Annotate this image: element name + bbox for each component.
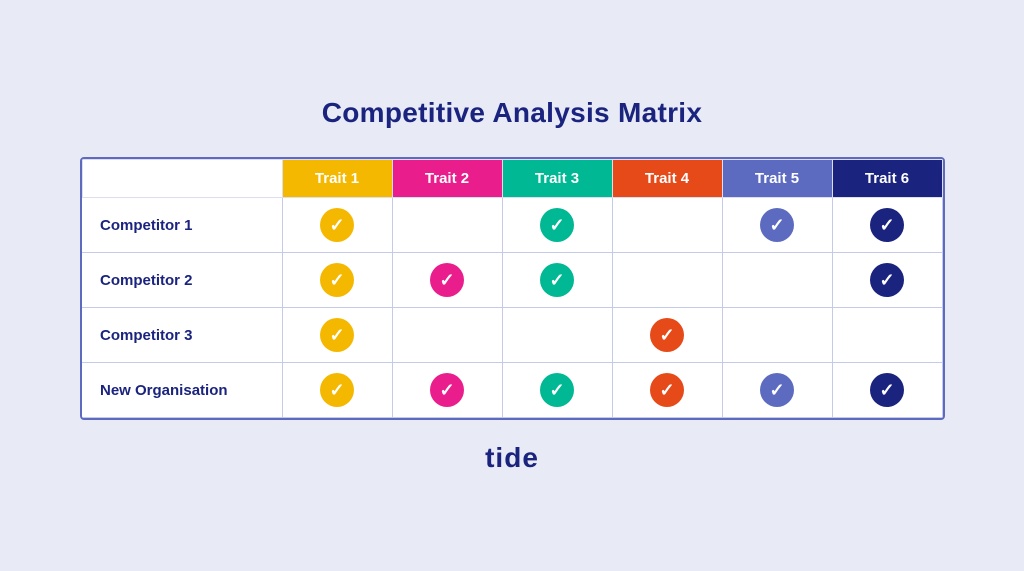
brand-footer: tide (485, 442, 539, 474)
table-row: Competitor 1 ✓ ✓ ✓ ✓ (82, 198, 942, 253)
cell-r3-c5: ✓ (832, 363, 942, 418)
cell-r2-c1 (392, 308, 502, 363)
cell-r0-c0: ✓ (282, 198, 392, 253)
header-row: Trait 1Trait 2Trait 3Trait 4Trait 5Trait… (82, 160, 942, 198)
check-icon-r1-c5: ✓ (870, 263, 904, 297)
row-label-2: Competitor 3 (82, 308, 282, 363)
header-trait-2: Trait 2 (392, 160, 502, 198)
row-label-1: Competitor 2 (82, 253, 282, 308)
page-wrapper: Competitive Analysis Matrix Trait 1Trait… (0, 77, 1024, 494)
row-label-3: New Organisation (82, 363, 282, 418)
cell-r3-c1: ✓ (392, 363, 502, 418)
check-icon-r3-c0: ✓ (320, 373, 354, 407)
cell-r1-c3 (612, 253, 722, 308)
check-icon-r3-c2: ✓ (540, 373, 574, 407)
cell-r0-c3 (612, 198, 722, 253)
check-icon-r1-c1: ✓ (430, 263, 464, 297)
table-row: Competitor 2 ✓ ✓ ✓ ✓ (82, 253, 942, 308)
cell-r2-c0: ✓ (282, 308, 392, 363)
empty-header-cell (82, 160, 282, 198)
header-trait-4: Trait 4 (612, 160, 722, 198)
cell-r2-c4 (722, 308, 832, 363)
cell-r1-c5: ✓ (832, 253, 942, 308)
cell-r3-c4: ✓ (722, 363, 832, 418)
check-icon-r0-c5: ✓ (870, 208, 904, 242)
check-icon-r0-c4: ✓ (760, 208, 794, 242)
check-icon-r3-c5: ✓ (870, 373, 904, 407)
check-icon-r0-c0: ✓ (320, 208, 354, 242)
table-row: Competitor 3 ✓ ✓ (82, 308, 942, 363)
check-icon-r0-c2: ✓ (540, 208, 574, 242)
check-icon-r2-c0: ✓ (320, 318, 354, 352)
cell-r0-c2: ✓ (502, 198, 612, 253)
cell-r1-c2: ✓ (502, 253, 612, 308)
cell-r3-c3: ✓ (612, 363, 722, 418)
table-header: Trait 1Trait 2Trait 3Trait 4Trait 5Trait… (82, 160, 942, 198)
header-trait-3: Trait 3 (502, 160, 612, 198)
check-icon-r3-c1: ✓ (430, 373, 464, 407)
header-trait-1: Trait 1 (282, 160, 392, 198)
row-label-0: Competitor 1 (82, 198, 282, 253)
matrix-container: Trait 1Trait 2Trait 3Trait 4Trait 5Trait… (80, 157, 945, 420)
header-trait-6: Trait 6 (832, 160, 942, 198)
check-icon-r1-c0: ✓ (320, 263, 354, 297)
cell-r3-c2: ✓ (502, 363, 612, 418)
analysis-table: Trait 1Trait 2Trait 3Trait 4Trait 5Trait… (82, 159, 943, 418)
cell-r3-c0: ✓ (282, 363, 392, 418)
cell-r0-c1 (392, 198, 502, 253)
cell-r1-c4 (722, 253, 832, 308)
cell-r2-c5 (832, 308, 942, 363)
header-trait-5: Trait 5 (722, 160, 832, 198)
cell-r1-c1: ✓ (392, 253, 502, 308)
check-icon-r3-c4: ✓ (760, 373, 794, 407)
cell-r0-c5: ✓ (832, 198, 942, 253)
check-icon-r2-c3: ✓ (650, 318, 684, 352)
table-body: Competitor 1✓✓✓✓Competitor 2✓✓✓✓Competit… (82, 198, 942, 418)
page-title: Competitive Analysis Matrix (322, 97, 703, 129)
check-icon-r1-c2: ✓ (540, 263, 574, 297)
table-row: New Organisation ✓ ✓ ✓ ✓ ✓ ✓ (82, 363, 942, 418)
cell-r1-c0: ✓ (282, 253, 392, 308)
cell-r2-c3: ✓ (612, 308, 722, 363)
check-icon-r3-c3: ✓ (650, 373, 684, 407)
cell-r2-c2 (502, 308, 612, 363)
cell-r0-c4: ✓ (722, 198, 832, 253)
